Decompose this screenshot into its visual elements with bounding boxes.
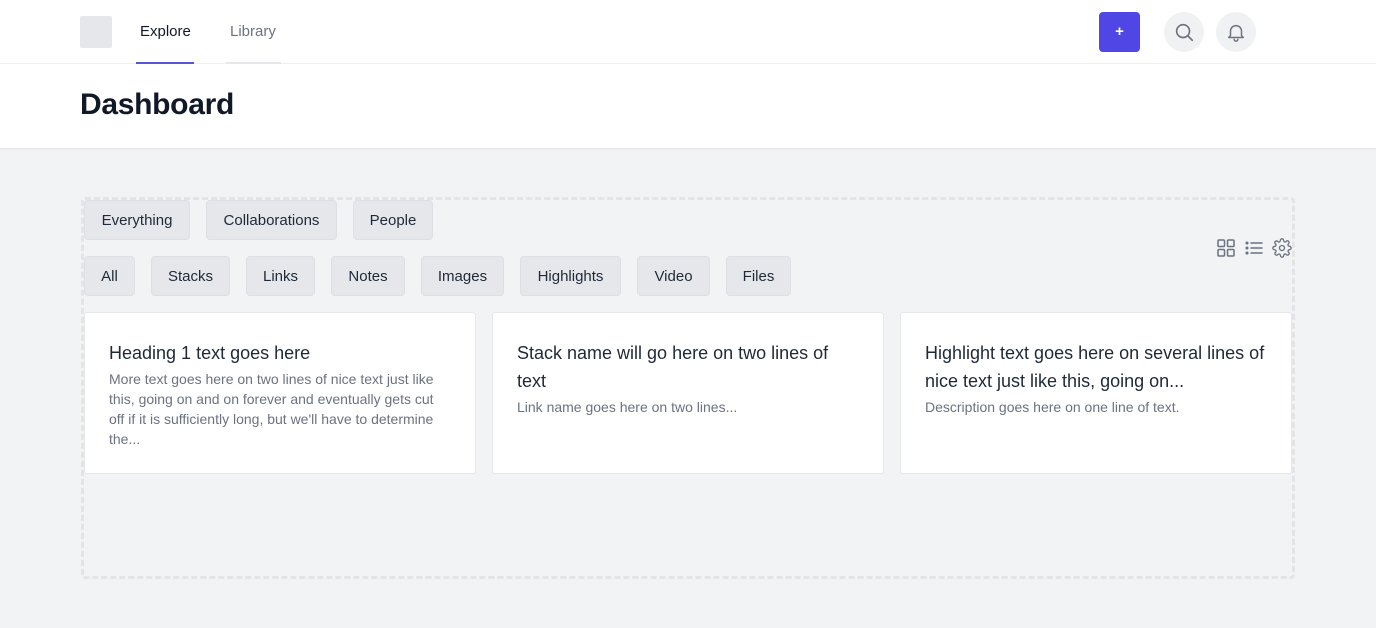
filter-everything[interactable]: Everything: [84, 200, 190, 240]
type-all[interactable]: All: [84, 256, 135, 296]
content-card[interactable]: Heading 1 text goes here More text goes …: [84, 312, 476, 474]
type-video[interactable]: Video: [637, 256, 710, 296]
type-notes[interactable]: Notes: [331, 256, 405, 296]
page-header: Dashboard: [0, 64, 1376, 149]
content-card[interactable]: Stack name will go here on two lines of …: [492, 312, 884, 474]
filter-collaborations[interactable]: Collaborations: [206, 200, 337, 240]
logo-placeholder[interactable]: [80, 16, 112, 48]
gear-icon[interactable]: [1272, 238, 1292, 258]
type-links[interactable]: Links: [246, 256, 315, 296]
type-images[interactable]: Images: [421, 256, 504, 296]
card-title: Heading 1 text goes here: [109, 343, 311, 363]
bell-icon: [1227, 24, 1245, 42]
card-description: Link name goes here on two lines...: [517, 399, 738, 415]
card-title: Highlight text goes here on several line…: [925, 343, 1265, 391]
filter-people[interactable]: People: [353, 200, 433, 240]
tab-library[interactable]: Library: [226, 0, 281, 64]
page-title: Dashboard: [80, 88, 234, 121]
card-description: More text goes here on two lines of nice…: [109, 371, 434, 447]
top-nav-bar: Explore Library +: [0, 0, 1376, 64]
card-description: Description goes here on one line of tex…: [925, 399, 1180, 415]
notifications-button[interactable]: [1216, 12, 1256, 52]
type-stacks[interactable]: Stacks: [151, 256, 230, 296]
tab-explore[interactable]: Explore: [136, 0, 194, 64]
add-button[interactable]: +: [1099, 12, 1140, 52]
card-title: Stack name will go here on two lines of …: [517, 343, 829, 391]
search-icon: [1175, 23, 1194, 42]
search-button[interactable]: [1164, 12, 1204, 52]
grid-icon[interactable]: [1216, 238, 1236, 258]
type-files[interactable]: Files: [726, 256, 791, 296]
list-icon[interactable]: [1244, 238, 1264, 258]
content-card[interactable]: Highlight text goes here on several line…: [900, 312, 1292, 474]
type-highlights[interactable]: Highlights: [520, 256, 621, 296]
